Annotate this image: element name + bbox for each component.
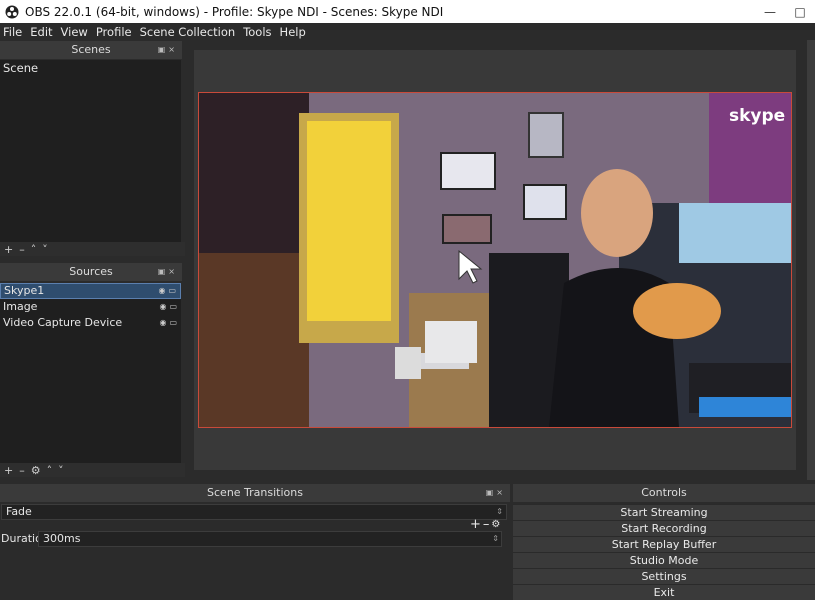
settings-button[interactable]: Settings — [513, 568, 815, 584]
skype-watermark: skype — [729, 106, 785, 126]
maximize-icon[interactable]: □ — [785, 0, 815, 23]
add-icon[interactable]: + — [4, 465, 13, 476]
start-replay-buffer-button[interactable]: Start Replay Buffer — [513, 536, 815, 552]
scenes-toolbar: + – ˄ ˅ — [0, 242, 185, 256]
source-label: Image — [3, 300, 38, 313]
webcam-frame-image: skype — [199, 93, 791, 427]
gear-icon[interactable]: ⚙ — [491, 518, 500, 532]
add-icon[interactable]: + — [4, 244, 13, 255]
spin-arrows-icon[interactable]: ⇕ — [492, 532, 499, 546]
transitions-title-label: Scene Transitions — [207, 486, 303, 499]
remove-icon[interactable]: – — [483, 518, 490, 532]
transition-toolbar: + – ⚙ — [470, 518, 500, 532]
menu-profile[interactable]: Profile — [92, 23, 136, 41]
scenes-title-label: Scenes — [71, 43, 111, 56]
dock-controls-icon[interactable]: ▣× — [158, 41, 178, 59]
sources-toolbar: + – ⚙ ˄ ˅ — [0, 463, 185, 477]
menu-tools[interactable]: Tools — [239, 23, 275, 41]
gear-icon[interactable]: ⚙ — [31, 465, 41, 476]
start-recording-button[interactable]: Start Recording — [513, 520, 815, 536]
controls-title-label: Controls — [641, 486, 687, 499]
dock-controls-icon[interactable]: ▣× — [158, 263, 178, 281]
add-icon[interactable]: + — [470, 518, 481, 532]
studio-mode-button[interactable]: Studio Mode — [513, 552, 815, 568]
right-dock-strip — [807, 40, 815, 480]
minimize-icon[interactable]: — — [755, 0, 785, 23]
menu-scene-collection[interactable]: Scene Collection — [136, 23, 240, 41]
source-item-skype1[interactable]: Skype1 ◉ ▭ — [0, 283, 181, 299]
eye-icon[interactable]: ◉ — [159, 299, 166, 315]
remove-icon[interactable]: – — [19, 465, 25, 476]
preview-canvas[interactable]: skype — [198, 92, 792, 428]
source-item-video-capture[interactable]: Video Capture Device ◉ ▭ — [0, 315, 181, 331]
transition-select[interactable]: Fade ⇕ — [1, 504, 507, 520]
menu-edit[interactable]: Edit — [26, 23, 56, 41]
source-label: Video Capture Device — [3, 316, 123, 329]
chevron-down-icon: ⇕ — [496, 507, 503, 516]
remove-icon[interactable]: – — [19, 244, 25, 255]
source-item-image[interactable]: Image ◉ ▭ — [0, 299, 181, 315]
move-up-icon[interactable]: ˄ — [47, 465, 53, 476]
duration-value: 300ms — [43, 532, 81, 545]
eye-icon[interactable]: ◉ — [159, 315, 166, 331]
menu-file[interactable]: File — [0, 23, 26, 41]
window-titlebar: OBS 22.0.1 (64-bit, windows) - Profile: … — [0, 0, 815, 23]
sources-title-label: Sources — [69, 265, 113, 278]
source-label: Skype1 — [4, 284, 45, 297]
menu-bar: File Edit View Profile Scene Collection … — [0, 23, 815, 41]
eye-icon[interactable]: ◉ — [158, 284, 165, 298]
move-down-icon[interactable]: ˅ — [42, 244, 48, 255]
scenes-list[interactable]: Scene — [0, 60, 181, 242]
transition-select-value: Fade — [6, 505, 32, 518]
sources-list[interactable]: Skype1 ◉ ▭ Image ◉ ▭ Video Capture Device … — [0, 283, 181, 463]
scenes-dock-title: Scenes ▣× — [0, 41, 182, 59]
scene-item[interactable]: Scene — [0, 60, 181, 76]
lock-icon[interactable]: ▭ — [169, 315, 177, 331]
menu-view[interactable]: View — [57, 23, 92, 41]
lock-icon[interactable]: ▭ — [169, 299, 177, 315]
lock-icon[interactable]: ▭ — [168, 284, 176, 298]
move-up-icon[interactable]: ˄ — [31, 244, 37, 255]
window-title: OBS 22.0.1 (64-bit, windows) - Profile: … — [25, 4, 444, 19]
move-down-icon[interactable]: ˅ — [58, 465, 64, 476]
transitions-dock-title: Scene Transitions ▣× — [0, 484, 510, 502]
menu-help[interactable]: Help — [276, 23, 310, 41]
controls-dock-title: Controls — [513, 484, 815, 502]
duration-spinbox[interactable]: 300ms ⇕ — [38, 531, 502, 547]
start-streaming-button[interactable]: Start Streaming — [513, 504, 815, 520]
dock-controls-icon[interactable]: ▣× — [486, 484, 506, 502]
sources-dock-title: Sources ▣× — [0, 263, 182, 281]
obs-logo-icon — [5, 5, 19, 18]
